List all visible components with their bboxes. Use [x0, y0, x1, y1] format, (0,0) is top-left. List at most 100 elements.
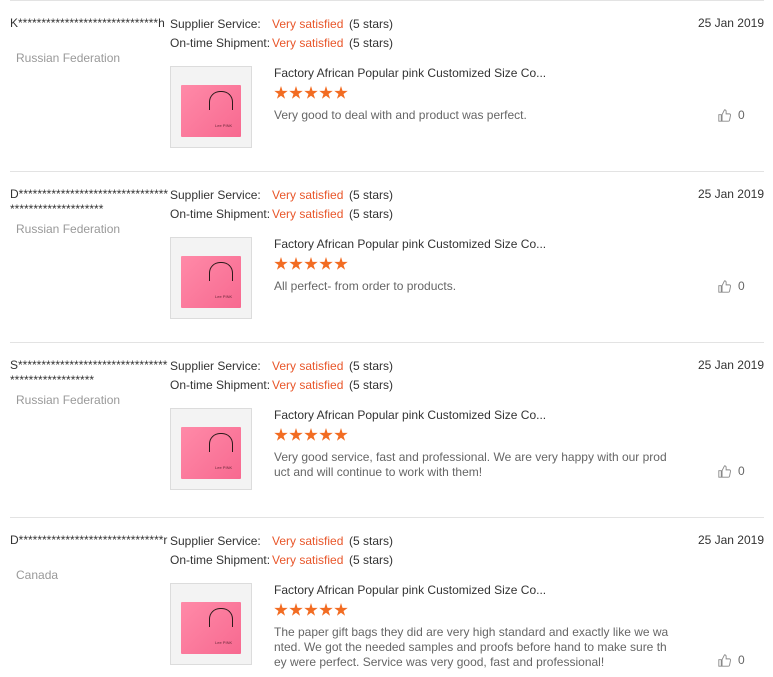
star-icon	[319, 257, 333, 270]
review-date: 25 Jan 2019	[697, 533, 764, 547]
like-button[interactable]: 0	[718, 279, 745, 293]
buyer-name: K******************************h	[10, 16, 165, 30]
star-icon	[304, 257, 318, 270]
star-icon	[334, 428, 348, 441]
product-rating-stars	[274, 86, 348, 100]
review-divider	[10, 342, 764, 343]
supplier-service-rating: Very satisfied	[272, 534, 344, 548]
star-icon	[334, 257, 348, 270]
star-icon	[274, 603, 288, 616]
star-icon	[304, 603, 318, 616]
product-rating-stars	[274, 257, 348, 271]
thumbs-up-icon	[718, 108, 731, 122]
supplier-service-stars: (5 stars)	[349, 359, 394, 373]
supplier-service-label: Supplier Service:	[170, 17, 261, 31]
supplier-service-stars: (5 stars)	[349, 534, 394, 548]
supplier-service-rating: Very satisfied	[272, 17, 344, 31]
ontime-shipment-stars: (5 stars)	[349, 207, 394, 221]
product-rating-stars	[274, 428, 348, 442]
ontime-shipment-stars: (5 stars)	[349, 36, 394, 50]
pink-bag-picture: Lee PINK	[181, 602, 241, 654]
like-button[interactable]: 0	[718, 653, 745, 667]
buyer-country: Russian Federation	[16, 393, 121, 407]
like-count: 0	[738, 108, 745, 122]
star-icon	[304, 428, 318, 441]
thumbs-up-icon	[718, 279, 731, 293]
review-feedback: Very good to deal with and product was p…	[274, 108, 527, 122]
supplier-service-rating: Very satisfied	[272, 359, 344, 373]
review-feedback: All perfect- from order to products.	[274, 279, 457, 293]
ontime-shipment-row: On-time Shipment: Very satisfied (5 star…	[170, 378, 393, 393]
supplier-service-label: Supplier Service:	[170, 359, 261, 373]
supplier-service-stars: (5 stars)	[349, 188, 394, 202]
ontime-shipment-label: On-time Shipment:	[170, 207, 271, 221]
product-image[interactable]: Lee PINK	[170, 237, 252, 319]
product-title-link[interactable]: Factory African Popular pink Customized …	[274, 408, 546, 422]
review-date: 25 Jan 2019	[697, 187, 764, 201]
ontime-shipment-rating: Very satisfied	[272, 207, 344, 221]
product-title-link[interactable]: Factory African Popular pink Customized …	[274, 237, 546, 251]
buyer-name: D*******************************r	[10, 533, 168, 547]
ontime-shipment-rating: Very satisfied	[272, 378, 344, 392]
ontime-shipment-label: On-time Shipment:	[170, 378, 271, 392]
star-icon	[274, 86, 288, 99]
pink-bag-picture: Lee PINK	[181, 427, 241, 479]
thumbs-up-icon	[718, 464, 731, 478]
star-icon	[334, 86, 348, 99]
product-image[interactable]: Lee PINK	[170, 66, 252, 148]
review-date: 25 Jan 2019	[697, 16, 764, 30]
supplier-service-row: Supplier Service: Very satisfied (5 star…	[170, 17, 393, 32]
buyer-name: S***************************************…	[10, 358, 168, 387]
star-icon	[289, 257, 303, 270]
bag-logo: Lee PINK	[215, 294, 233, 299]
star-icon	[334, 603, 348, 616]
supplier-service-row: Supplier Service: Very satisfied (5 star…	[170, 188, 393, 203]
bag-logo: Lee PINK	[215, 123, 233, 128]
buyer-country: Canada	[16, 568, 59, 582]
ontime-shipment-row: On-time Shipment: Very satisfied (5 star…	[170, 207, 393, 222]
like-count: 0	[738, 279, 745, 293]
pink-bag-picture: Lee PINK	[181, 85, 241, 137]
supplier-service-row: Supplier Service: Very satisfied (5 star…	[170, 534, 393, 549]
star-icon	[274, 428, 288, 441]
bag-logo: Lee PINK	[215, 465, 233, 470]
like-count: 0	[738, 653, 745, 667]
review-feedback: The paper gift bags they did are very hi…	[274, 625, 669, 669]
like-button[interactable]: 0	[718, 108, 745, 122]
ontime-shipment-label: On-time Shipment:	[170, 36, 271, 50]
supplier-service-stars: (5 stars)	[349, 17, 394, 31]
ontime-shipment-rating: Very satisfied	[272, 36, 344, 50]
star-icon	[289, 86, 303, 99]
product-image[interactable]: Lee PINK	[170, 408, 252, 490]
star-icon	[319, 428, 333, 441]
supplier-service-row: Supplier Service: Very satisfied (5 star…	[170, 359, 393, 374]
review-date: 25 Jan 2019	[697, 358, 764, 372]
star-icon	[289, 428, 303, 441]
review-feedback: Very good service, fast and professional…	[274, 450, 667, 479]
supplier-service-label: Supplier Service:	[170, 188, 261, 202]
pink-bag-picture: Lee PINK	[181, 256, 241, 308]
product-title-link[interactable]: Factory African Popular pink Customized …	[274, 66, 546, 80]
star-icon	[274, 257, 288, 270]
product-image[interactable]: Lee PINK	[170, 583, 252, 665]
review-divider	[10, 171, 764, 172]
supplier-service-rating: Very satisfied	[272, 188, 344, 202]
buyer-country: Russian Federation	[16, 222, 121, 236]
star-icon	[304, 86, 318, 99]
supplier-service-label: Supplier Service:	[170, 534, 261, 548]
star-icon	[319, 86, 333, 99]
like-button[interactable]: 0	[718, 464, 745, 478]
thumbs-up-icon	[718, 653, 731, 667]
ontime-shipment-row: On-time Shipment: Very satisfied (5 star…	[170, 36, 393, 51]
buyer-name: D***************************************…	[10, 187, 169, 216]
product-rating-stars	[274, 603, 348, 617]
review-divider	[10, 517, 764, 518]
star-icon	[289, 603, 303, 616]
ontime-shipment-stars: (5 stars)	[349, 378, 394, 392]
bag-logo: Lee PINK	[215, 640, 233, 645]
buyer-country: Russian Federation	[16, 51, 121, 65]
ontime-shipment-row: On-time Shipment: Very satisfied (5 star…	[170, 553, 393, 568]
review-divider	[10, 0, 764, 1]
product-title-link[interactable]: Factory African Popular pink Customized …	[274, 583, 546, 597]
star-icon	[319, 603, 333, 616]
